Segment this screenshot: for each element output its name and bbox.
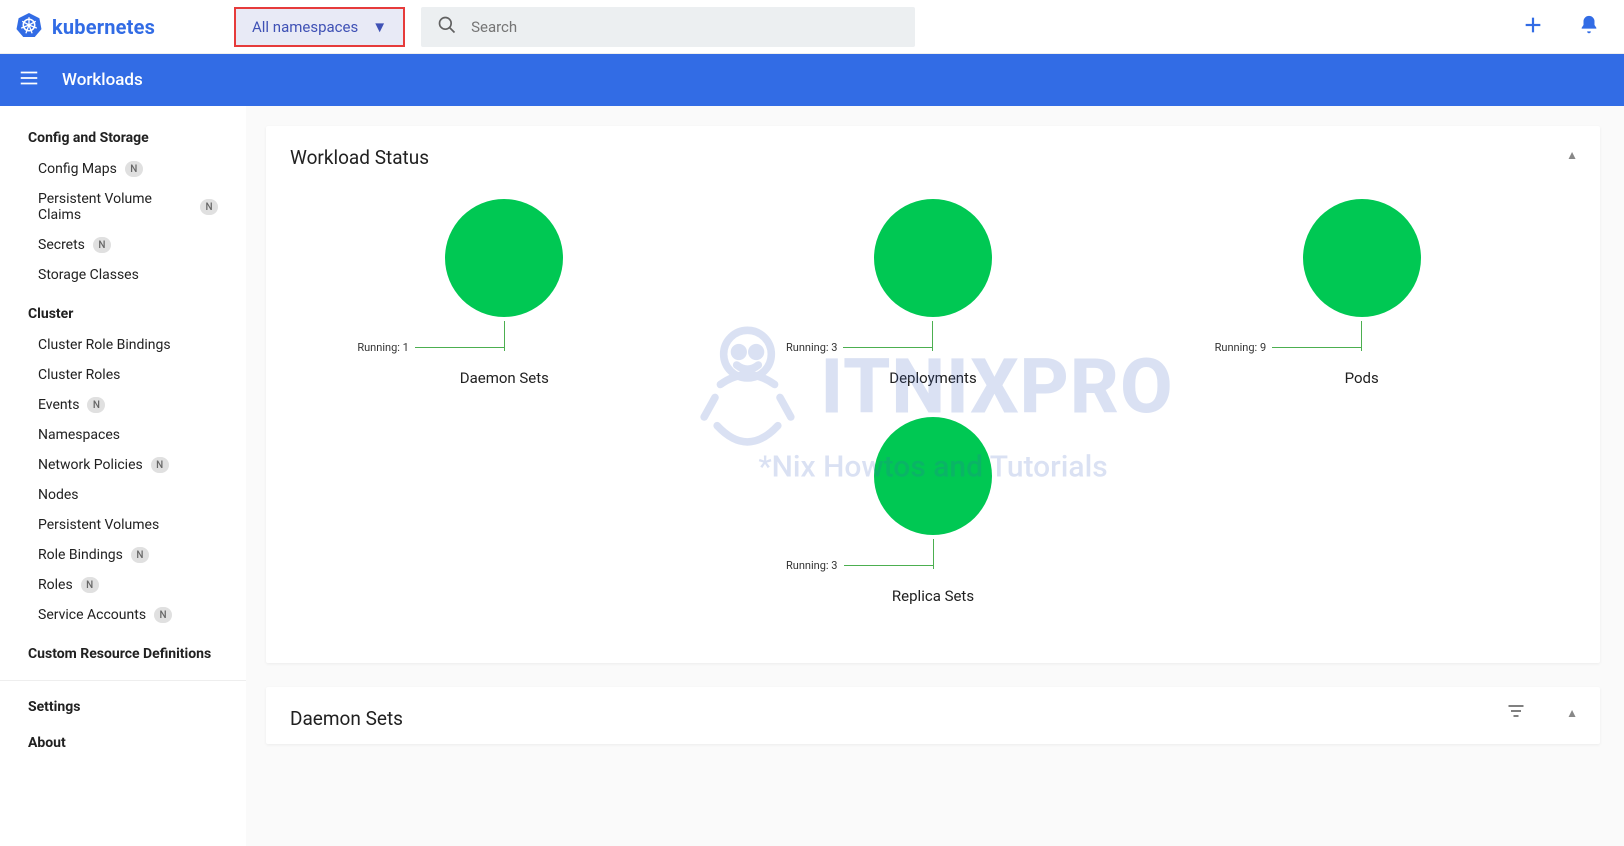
sidebar-item-label: Events [38,397,79,413]
chevron-down-icon: ▼ [372,18,387,36]
sidebar-item-label: Namespaces [38,427,120,443]
notifications-button[interactable] [1578,14,1600,40]
sidebar-item-settings[interactable]: Settings [0,691,246,723]
sidebar-heading-crd[interactable]: Custom Resource Definitions [0,638,246,670]
sidebar-item-label: Roles [38,577,73,593]
page-title: Workloads [62,70,143,90]
namespace-selector[interactable]: All namespaces ▼ [234,7,405,47]
namespaced-badge: N [81,577,99,593]
status-chart-daemon-sets: Running: 1 Daemon Sets [292,199,716,387]
sidebar-heading-cluster[interactable]: Cluster [0,298,246,330]
search-icon [437,15,457,39]
chart-status-label: Running: 1 [357,341,409,354]
sidebar-item-label: Service Accounts [38,607,146,623]
namespaced-badge: N [200,199,218,215]
chart-name: Daemon Sets [460,369,549,387]
logo[interactable]: kubernetes [16,12,232,42]
top-bar: kubernetes All namespaces ▼ [0,0,1624,54]
daemon-sets-card: Daemon Sets ▲ [266,687,1600,744]
sidebar-item-label: Config Maps [38,161,117,177]
chart-leader-line: Running: 9 [1361,317,1362,351]
sidebar-item-label: Role Bindings [38,547,123,563]
sidebar-item-roles[interactable]: Roles N [0,570,246,600]
sidebar-item-label: Cluster Roles [38,367,120,383]
sidebar-item-secrets[interactable]: Secrets N [0,230,246,260]
sidebar-item-network-policies[interactable]: Network Policies N [0,450,246,480]
kubernetes-logo-icon [16,12,42,42]
sidebar-item-persistent-volumes[interactable]: Persistent Volumes [0,510,246,540]
page-header: Workloads [0,54,1624,106]
sidebar[interactable]: Config and Storage Config Maps N Persiste… [0,106,246,846]
sidebar-item-nodes[interactable]: Nodes [0,480,246,510]
status-chart-replica-sets: Running: 3 Replica Sets [290,417,1576,605]
logo-text: kubernetes [52,15,155,39]
sidebar-item-label: Persistent Volume Claims [38,191,192,223]
top-actions [1522,0,1600,54]
namespaced-badge: N [93,237,111,253]
sidebar-divider [0,680,246,681]
sidebar-item-role-bindings[interactable]: Role Bindings N [0,540,246,570]
donut-chart [445,199,563,317]
sidebar-item-storage-classes[interactable]: Storage Classes [0,260,246,290]
chart-status-label: Running: 3 [786,559,838,572]
sidebar-item-namespaces[interactable]: Namespaces [0,420,246,450]
search-input[interactable] [471,18,899,36]
sidebar-item-label: Network Policies [38,457,143,473]
sidebar-item-label: Secrets [38,237,85,253]
sidebar-item-events[interactable]: Events N [0,390,246,420]
sidebar-heading-config-storage[interactable]: Config and Storage [0,122,246,154]
filter-button[interactable] [1506,701,1526,725]
namespaced-badge: N [125,161,143,177]
sidebar-item-cluster-role-bindings[interactable]: Cluster Role Bindings [0,330,246,360]
chart-status-label: Running: 9 [1215,341,1267,354]
chart-name: Pods [1345,369,1379,387]
card-title: Daemon Sets [290,707,1576,730]
donut-chart [1303,199,1421,317]
sidebar-item-label: Persistent Volumes [38,517,159,533]
workload-status-card: Workload Status ▲ ITNIXPRO [266,126,1600,663]
chart-status-label: Running: 3 [786,341,838,354]
namespaced-badge: N [154,607,172,623]
create-button[interactable] [1522,14,1544,40]
content[interactable]: Workload Status ▲ ITNIXPRO [246,106,1624,846]
collapse-card-button[interactable]: ▲ [1566,148,1578,162]
chart-name: Deployments [889,369,976,387]
sidebar-item-label: Nodes [38,487,79,503]
namespaced-badge: N [131,547,149,563]
sidebar-item-label: Storage Classes [38,267,139,283]
donut-chart [874,417,992,535]
workload-status-charts: Running: 1 Daemon Sets Running: 3 Deploy… [290,169,1576,635]
sidebar-item-service-accounts[interactable]: Service Accounts N [0,600,246,630]
namespace-selector-label: All namespaces [252,18,358,36]
menu-toggle-button[interactable] [18,67,40,93]
namespaced-badge: N [87,397,105,413]
chart-name: Replica Sets [892,587,974,605]
donut-chart [874,199,992,317]
sidebar-item-label: Cluster Role Bindings [38,337,171,353]
search-box[interactable] [421,7,915,47]
collapse-card-button[interactable]: ▲ [1566,706,1578,720]
main: Config and Storage Config Maps N Persiste… [0,106,1624,846]
namespaced-badge: N [151,457,169,473]
sidebar-item-pvc[interactable]: Persistent Volume Claims N [0,184,246,230]
sidebar-item-cluster-roles[interactable]: Cluster Roles [0,360,246,390]
sidebar-item-about[interactable]: About [0,727,246,759]
card-title: Workload Status [290,146,1576,169]
sidebar-item-config-maps[interactable]: Config Maps N [0,154,246,184]
chart-leader-line: Running: 1 [504,317,505,351]
status-chart-deployments: Running: 3 Deployments [721,199,1145,387]
chart-leader-line: Running: 3 [933,535,934,569]
status-chart-pods: Running: 9 Pods [1149,199,1573,387]
chart-leader-line: Running: 3 [932,317,933,351]
